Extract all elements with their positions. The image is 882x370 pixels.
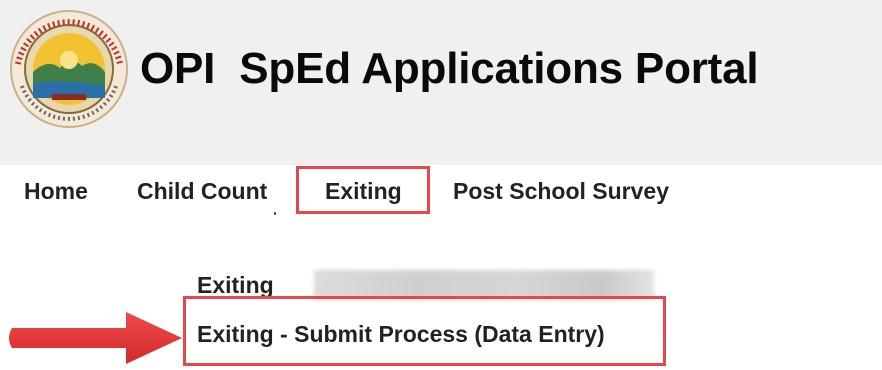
main-nav: Home Child Count Exiting Post School Sur… [0, 165, 882, 217]
nav-item-child-count[interactable]: Child Count [137, 178, 267, 205]
nav-item-home[interactable]: Home [24, 178, 88, 205]
red-arrow-icon [9, 312, 182, 364]
nav-item-post-school-survey[interactable]: Post School Survey [453, 178, 669, 205]
page-title: OPI SpEd Applications Portal [140, 44, 759, 93]
submenu-item-exiting[interactable]: Exiting [197, 272, 274, 299]
opi-seal-logo-icon [10, 10, 128, 128]
exiting-highlight-box [296, 166, 430, 214]
nav-tick-mark [274, 212, 276, 215]
portal-header: OPI SpEd Applications Portal [0, 0, 882, 165]
submit-process-highlight-box [183, 296, 666, 366]
